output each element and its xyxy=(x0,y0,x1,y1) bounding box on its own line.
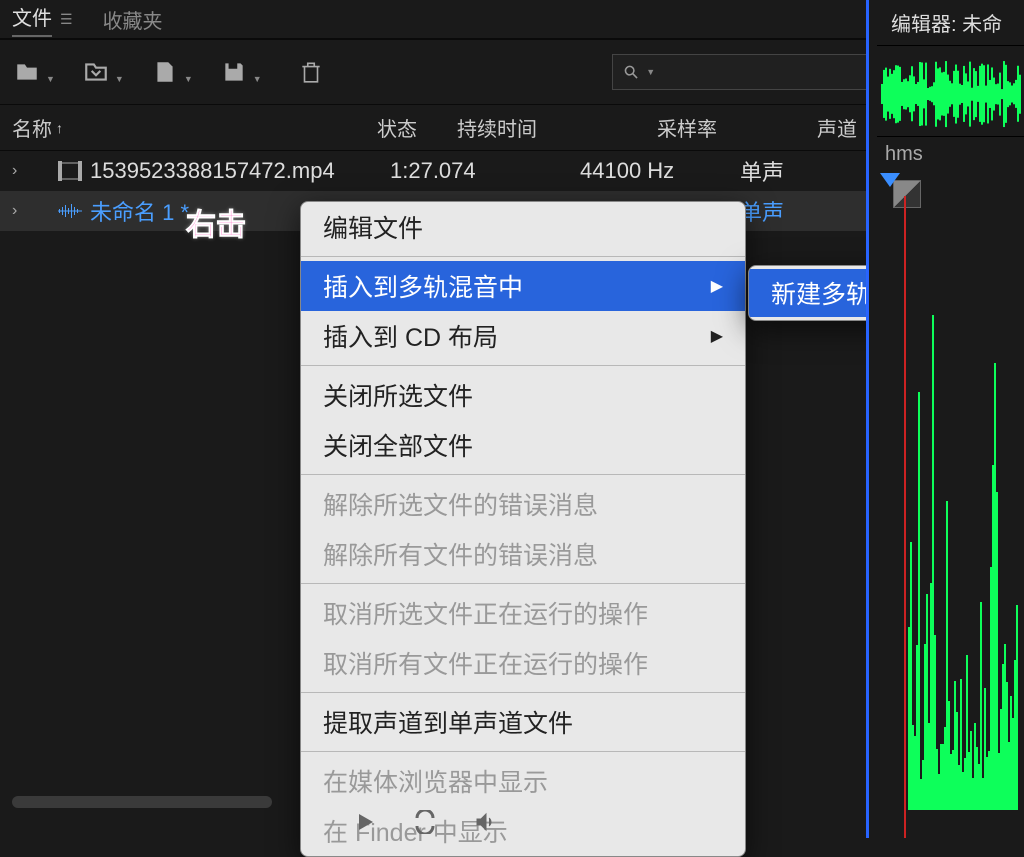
time-format-label: hms xyxy=(873,137,1024,172)
loop-icon[interactable] xyxy=(410,810,440,834)
volume-icon[interactable] xyxy=(470,810,500,834)
annotation-label: 右击 xyxy=(186,200,246,244)
horizontal-scrollbar[interactable] xyxy=(12,796,272,808)
video-file-icon xyxy=(50,161,90,181)
sort-arrow-icon: ↑ xyxy=(56,120,63,136)
ctx-clear-selected-errors: 解除所选文件的错误消息 xyxy=(301,479,745,529)
header-rate[interactable]: 采样率 xyxy=(657,113,817,142)
header-name[interactable]: 名称↑ xyxy=(12,113,377,142)
ctx-insert-multitrack[interactable]: 插入到多轨混音中▶ xyxy=(301,261,745,311)
new-file-icon[interactable] xyxy=(150,59,180,85)
file-rate: 44100 Hz xyxy=(580,158,740,184)
ctx-clear-all-errors: 解除所有文件的错误消息 xyxy=(301,529,745,579)
play-icon[interactable] xyxy=(350,810,380,834)
header-status[interactable]: 状态 xyxy=(377,113,457,142)
audio-file-icon xyxy=(50,203,90,219)
save-icon[interactable] xyxy=(219,59,249,85)
playhead-line xyxy=(904,196,906,838)
playhead-marker[interactable] xyxy=(880,173,900,193)
tab-files[interactable]: 文件 xyxy=(12,2,52,37)
ctx-show-media-browser: 在媒体浏览器中显示 xyxy=(301,756,745,806)
submenu-arrow-icon: ▶ xyxy=(711,326,723,346)
submenu-arrow-icon: ▶ xyxy=(711,276,723,296)
expand-icon[interactable]: › xyxy=(12,162,32,180)
context-menu: 编辑文件 插入到多轨混音中▶ 插入到 CD 布局▶ 关闭所选文件 关闭全部文件 … xyxy=(300,201,746,857)
editor-title: 编辑器: 未命 xyxy=(877,0,1024,46)
ctx-extract-channels[interactable]: 提取声道到单声道文件 xyxy=(301,697,745,747)
tab-favorites[interactable]: 收藏夹 xyxy=(103,5,163,34)
expand-icon[interactable]: › xyxy=(12,202,32,220)
file-name: 1539523388157472.mp4 xyxy=(90,158,380,184)
waveform-main[interactable] xyxy=(908,250,1024,810)
panel-menu-icon[interactable]: ☰ xyxy=(60,11,73,28)
ctx-close-selected[interactable]: 关闭所选文件 xyxy=(301,370,745,420)
ctx-edit-file[interactable]: 编辑文件 xyxy=(301,202,745,252)
file-duration: 1:27.074 xyxy=(380,158,580,184)
open-folder-icon[interactable] xyxy=(12,59,42,85)
import-icon[interactable] xyxy=(81,59,111,85)
header-duration[interactable]: 持续时间 xyxy=(457,113,657,142)
search-icon: ⚲ xyxy=(620,60,644,84)
ctx-cancel-selected-ops: 取消所选文件正在运行的操作 xyxy=(301,588,745,638)
trash-icon[interactable] xyxy=(296,59,326,85)
ctx-insert-cd[interactable]: 插入到 CD 布局▶ xyxy=(301,311,745,361)
waveform-overview[interactable] xyxy=(877,52,1024,137)
ctx-cancel-all-ops: 取消所有文件正在运行的操作 xyxy=(301,638,745,688)
ctx-close-all[interactable]: 关闭全部文件 xyxy=(301,420,745,470)
